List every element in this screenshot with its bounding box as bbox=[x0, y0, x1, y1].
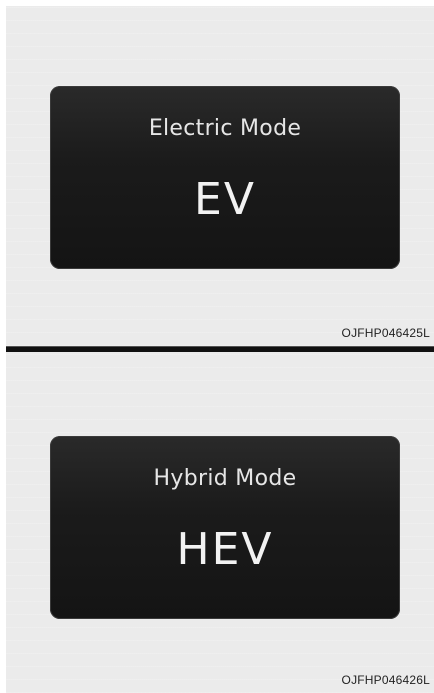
mode-indicator: EV bbox=[194, 174, 256, 225]
mode-indicator: HEV bbox=[176, 524, 274, 575]
mode-title: Electric Mode bbox=[148, 116, 302, 141]
figure-hybrid-mode: Hybrid Mode HEV OJFHP046426L bbox=[6, 352, 434, 693]
figure-reference-code: OJFHP046426L bbox=[341, 673, 430, 687]
figure-reference-code: OJFHP046425L bbox=[341, 326, 430, 340]
figure-electric-mode: Electric Mode EV OJFHP046425L bbox=[6, 6, 434, 346]
cluster-display-screen: Hybrid Mode HEV bbox=[50, 436, 400, 619]
cluster-display-screen: Electric Mode EV bbox=[50, 86, 400, 269]
mode-title: Hybrid Mode bbox=[153, 466, 297, 491]
